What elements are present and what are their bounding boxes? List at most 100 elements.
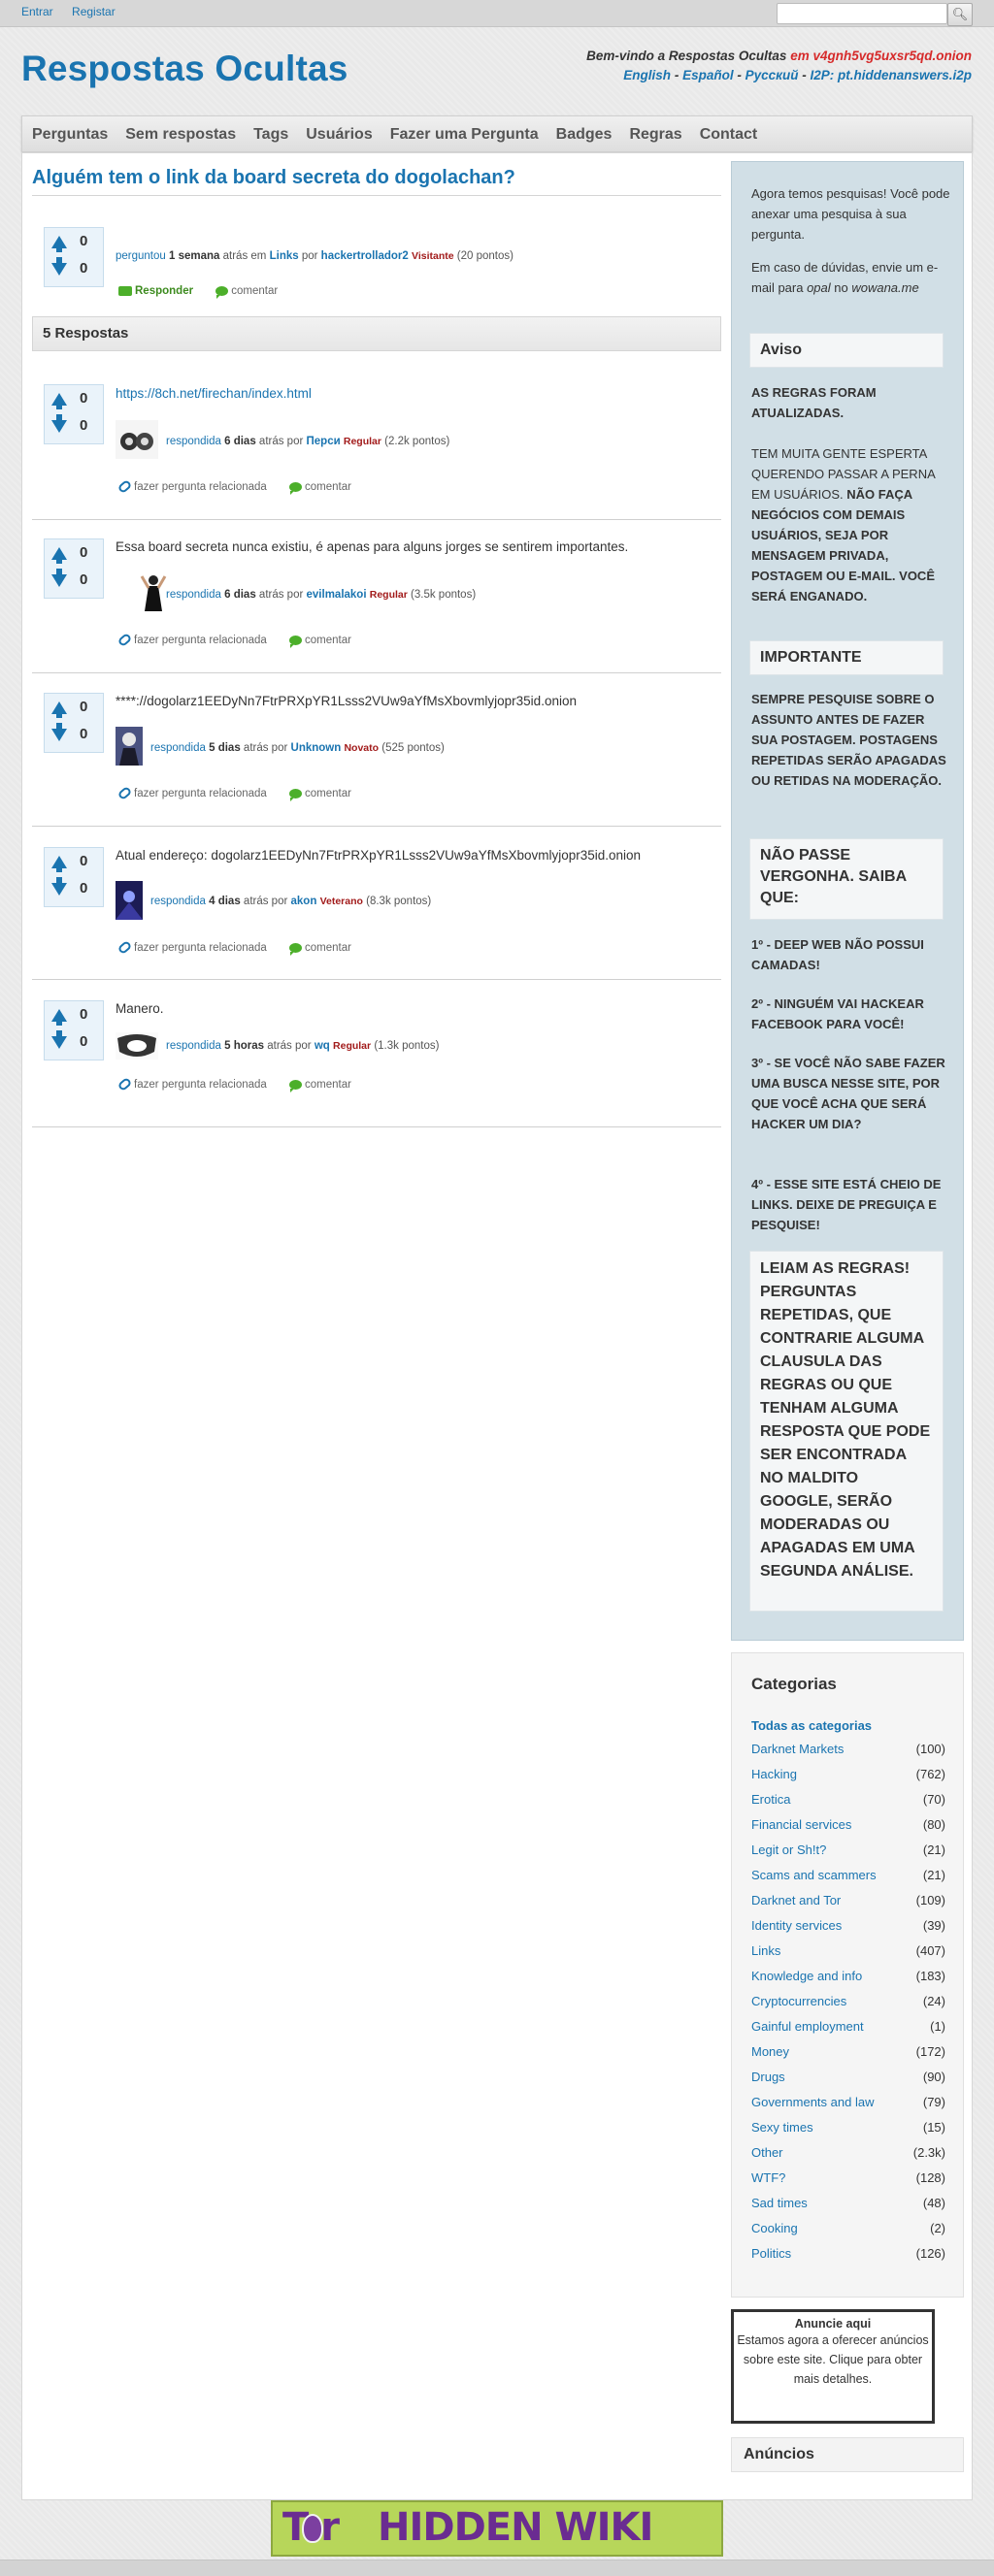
avatar[interactable] (139, 572, 168, 611)
question-author-link[interactable]: hackertrollador2 (321, 250, 409, 262)
answer-actions: fazer pergunta relacionada comentar (116, 786, 371, 801)
answer-author-link[interactable]: akon (291, 896, 317, 907)
vergonha-heading: NÃO PASSE VERGONHA. SAIBA QUE: (749, 838, 944, 920)
category-item[interactable]: Cooking (2) (751, 2221, 945, 2242)
related-question-button[interactable]: fazer pergunta relacionada (116, 633, 267, 648)
divider (32, 826, 721, 827)
question-title[interactable]: Alguém tem o link da board secreta do do… (32, 167, 515, 189)
i2p-link[interactable]: I2P: pt.hiddenanswers.i2p (810, 68, 972, 82)
divider (32, 1126, 721, 1127)
vote-down-icon[interactable] (51, 723, 67, 741)
category-item[interactable]: Sexy times (15) (751, 2120, 945, 2141)
answer-author-link[interactable]: evilmalakoi (307, 589, 367, 601)
nav-item-sem-respostas[interactable]: Sem respostas (116, 116, 245, 152)
comment-button[interactable]: comentar (289, 1079, 351, 1092)
answer-meta: respondida 4 dias atrás por akon Veteran… (150, 896, 432, 907)
importante-heading: IMPORTANTE (749, 640, 944, 675)
nav-item-usuarios[interactable]: Usuários (297, 116, 381, 152)
lang-spanish-link[interactable]: Español (682, 68, 734, 82)
avatar[interactable] (116, 881, 143, 920)
hidden-wiki-banner[interactable]: T r HIDDEN WIKI 2019 (271, 2500, 723, 2557)
comment-button[interactable]: comentar (215, 285, 278, 299)
category-item[interactable]: Sad times (48) (751, 2196, 945, 2217)
category-item[interactable]: Darknet Markets (100) (751, 1742, 945, 1763)
vote-down-icon[interactable] (51, 569, 67, 587)
category-item[interactable]: Money (172) (751, 2044, 945, 2066)
vote-up-icon[interactable] (51, 1009, 67, 1026)
asked-link[interactable]: perguntou (116, 250, 166, 262)
sidebar-contact: Em caso de dúvidas, envie um e-mail para… (751, 260, 939, 295)
category-item[interactable]: WTF? (128) (751, 2170, 945, 2192)
sidebar-notice-box: Agora temos pesquisas! Você pode anexar … (731, 161, 964, 1641)
aviso-rules-updated: AS REGRAS FORAM ATUALIZADAS. (751, 385, 877, 420)
answer-author-link[interactable]: Перси (307, 436, 341, 447)
advertise-title: Anuncie aqui (794, 2317, 872, 2331)
nav-item-contact[interactable]: Contact (691, 116, 767, 152)
all-categories-link[interactable]: Todas as categorias (751, 1718, 872, 1733)
category-item[interactable]: Gainful employment (1) (751, 2019, 945, 2040)
author-points: (20 pontos) (456, 250, 514, 262)
vergonha-item-3: 3º - SE VOCÊ NÃO SABE FAZER UMA BUSCA NE… (751, 1056, 945, 1131)
related-question-button[interactable]: fazer pergunta relacionada (116, 1077, 267, 1092)
divider (32, 519, 721, 520)
category-item[interactable]: Erotica (70) (751, 1792, 945, 1813)
category-item[interactable]: Scams and scammers (21) (751, 1868, 945, 1889)
vote-down-icon[interactable] (51, 257, 67, 276)
search-input[interactable] (777, 3, 947, 24)
category-item[interactable]: Other (2.3k) (751, 2145, 945, 2167)
site-logo[interactable]: Respostas Ocultas (21, 49, 348, 89)
comment-button[interactable]: comentar (289, 788, 351, 801)
register-link[interactable]: Registar (72, 5, 116, 18)
nav-item-regras[interactable]: Regras (620, 116, 690, 152)
vote-up-icon[interactable] (51, 547, 67, 564)
category-item[interactable]: Knowledge and info (183) (751, 1969, 945, 1990)
vote-up-icon[interactable] (51, 856, 67, 872)
reply-button[interactable]: Responder (118, 285, 193, 297)
category-item[interactable]: Governments and law (79) (751, 2095, 945, 2116)
aviso-heading: Aviso (749, 333, 944, 368)
answer-meta: respondida 5 horas atrás por wq Regular … (166, 1040, 440, 1052)
vote-up-icon[interactable] (51, 236, 67, 252)
nav-item-fazer-pergunta[interactable]: Fazer uma Pergunta (381, 116, 547, 152)
vote-down-icon[interactable] (51, 1030, 67, 1049)
lang-english-link[interactable]: English (623, 68, 671, 82)
related-question-button[interactable]: fazer pergunta relacionada (116, 786, 267, 801)
category-item[interactable]: Politics (126) (751, 2246, 945, 2267)
answer-text: Atual endereço: dogolarz1EEDyNn7FtrPRXpY… (116, 848, 642, 863)
category-item[interactable]: Identity services (39) (751, 1918, 945, 1940)
vote-up-icon[interactable] (51, 701, 67, 718)
vote-up-count: 0 (80, 233, 88, 249)
category-item[interactable]: Links (407) (751, 1943, 945, 1965)
answer-author-link[interactable]: Unknown (291, 742, 342, 754)
related-question-button[interactable]: fazer pergunta relacionada (116, 940, 267, 956)
nav-item-perguntas[interactable]: Perguntas (23, 116, 116, 152)
nav-item-badges[interactable]: Badges (547, 116, 621, 152)
vote-up-icon[interactable] (51, 393, 67, 409)
comment-button[interactable]: comentar (289, 942, 351, 956)
answer-author-link[interactable]: wq (315, 1040, 330, 1052)
vergonha-item-1: 1º - DEEP WEB NÃO POSSUI CAMADAS! (751, 937, 924, 972)
nav-item-tags[interactable]: Tags (245, 116, 297, 152)
comment-icon (289, 481, 303, 495)
category-item[interactable]: Financial services (80) (751, 1817, 945, 1839)
category-item[interactable]: Drugs (90) (751, 2070, 945, 2091)
category-item[interactable]: Darknet and Tor (109) (751, 1893, 945, 1914)
comment-button[interactable]: comentar (289, 635, 351, 648)
vote-down-icon[interactable] (51, 414, 67, 433)
lang-russian-link[interactable]: Русский (746, 68, 799, 82)
search-button[interactable]: 🔍︎ (947, 3, 973, 26)
related-question-button[interactable]: fazer pergunta relacionada (116, 479, 267, 495)
question-category-link[interactable]: Links (270, 250, 299, 262)
category-item[interactable]: Hacking (762) (751, 1767, 945, 1788)
bottom-bar (0, 2560, 994, 2576)
avatar[interactable] (116, 420, 158, 459)
category-item[interactable]: Cryptocurrencies (24) (751, 1994, 945, 2015)
advertise-box[interactable]: Anuncie aqui Estamos agora a oferecer an… (731, 2309, 935, 2424)
avatar[interactable] (116, 1032, 158, 1060)
category-item[interactable]: Legit or Sh!t? (21) (751, 1842, 945, 1864)
answer-text-link[interactable]: https://8ch.net/firechan/index.html (116, 386, 312, 401)
login-link[interactable]: Entrar (21, 5, 53, 18)
comment-button[interactable]: comentar (289, 481, 351, 495)
avatar[interactable] (116, 727, 143, 766)
vote-down-icon[interactable] (51, 877, 67, 896)
